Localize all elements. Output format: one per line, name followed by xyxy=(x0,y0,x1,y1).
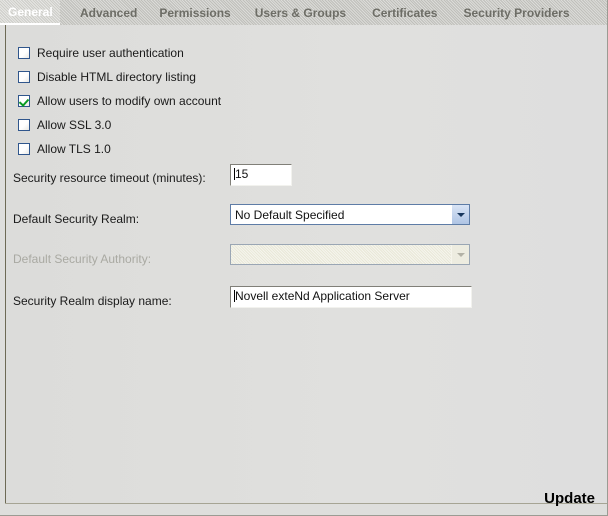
checkbox-label-require-user-authentication: Require user authentication xyxy=(37,46,184,60)
label-security-realm-display-name: Security Realm display name: xyxy=(13,294,172,308)
input-security-realm-display-name-value: Novell exteNd Application Server xyxy=(235,289,410,303)
checkbox-row-allow-ssl-30[interactable]: Allow SSL 3.0 xyxy=(18,117,111,133)
tab-permissions[interactable]: Permissions xyxy=(137,0,230,25)
tab-security-providers-label: Security Providers xyxy=(463,5,570,20)
select-default-security-authority-button xyxy=(451,245,469,264)
checkbox-label-allow-users-modify-own-account: Allow users to modify own account xyxy=(37,94,222,108)
security-general-panel: General Advanced Permissions Users & Gro… xyxy=(0,0,608,516)
label-default-security-authority: Default Security Authority: xyxy=(13,252,152,266)
tab-advanced-label: Advanced xyxy=(80,5,138,20)
checkbox-row-disable-html-directory-listing[interactable]: Disable HTML directory listing xyxy=(18,69,196,85)
update-button[interactable]: Update xyxy=(544,490,595,507)
panel-bottom-rule xyxy=(5,503,607,504)
select-default-security-realm-value: No Default Specified xyxy=(235,207,345,222)
checkbox-label-disable-html-directory-listing: Disable HTML directory listing xyxy=(37,70,196,84)
checkbox-row-require-user-authentication[interactable]: Require user authentication xyxy=(18,45,184,61)
tab-bar: General Advanced Permissions Users & Gro… xyxy=(0,0,607,25)
field-row-default-authority: Default Security Authority: xyxy=(13,248,151,270)
select-default-security-authority xyxy=(230,244,470,265)
checkbox-allow-tls-10[interactable] xyxy=(18,143,30,155)
checkbox-allow-ssl-30[interactable] xyxy=(18,119,30,131)
checkbox-row-allow-tls-10[interactable]: Allow TLS 1.0 xyxy=(18,141,111,157)
tab-certificates-label: Certificates xyxy=(372,5,438,20)
field-row-default-realm: Default Security Realm: xyxy=(13,208,139,230)
checkbox-label-allow-tls-10: Allow TLS 1.0 xyxy=(37,142,111,156)
checkbox-row-allow-users-modify-own-account[interactable]: Allow users to modify own account xyxy=(18,93,221,109)
tab-users-groups[interactable]: Users & Groups xyxy=(231,0,346,25)
field-row-realm-display-name: Security Realm display name: xyxy=(13,290,172,312)
chevron-down-icon xyxy=(456,212,465,217)
tab-advanced[interactable]: Advanced xyxy=(60,0,137,25)
checkbox-label-allow-ssl-30: Allow SSL 3.0 xyxy=(37,118,112,132)
checkbox-allow-users-modify-own-account[interactable] xyxy=(18,95,30,107)
select-default-security-realm[interactable]: No Default Specified xyxy=(230,204,470,225)
input-security-realm-display-name[interactable]: Novell exteNd Application Server xyxy=(230,286,472,308)
label-default-security-realm: Default Security Realm: xyxy=(13,212,140,226)
checkbox-disable-html-directory-listing[interactable] xyxy=(18,71,30,83)
tab-permissions-label: Permissions xyxy=(159,5,231,20)
tab-security-providers[interactable]: Security Providers xyxy=(437,0,569,25)
tab-certificates[interactable]: Certificates xyxy=(346,0,437,25)
tab-general-label: General xyxy=(8,4,53,19)
label-timeout: Security resource timeout (minutes): xyxy=(13,171,206,185)
input-timeout[interactable]: 15 xyxy=(230,164,292,186)
tab-users-groups-label: Users & Groups xyxy=(254,5,347,20)
panel-left-rule xyxy=(5,25,6,503)
tab-general[interactable]: General xyxy=(0,0,60,25)
chevron-down-icon-disabled xyxy=(456,252,465,257)
input-timeout-value: 15 xyxy=(235,167,249,181)
field-row-timeout: Security resource timeout (minutes): xyxy=(13,167,206,189)
checkbox-require-user-authentication[interactable] xyxy=(18,47,30,59)
select-default-security-realm-button[interactable] xyxy=(451,205,469,224)
